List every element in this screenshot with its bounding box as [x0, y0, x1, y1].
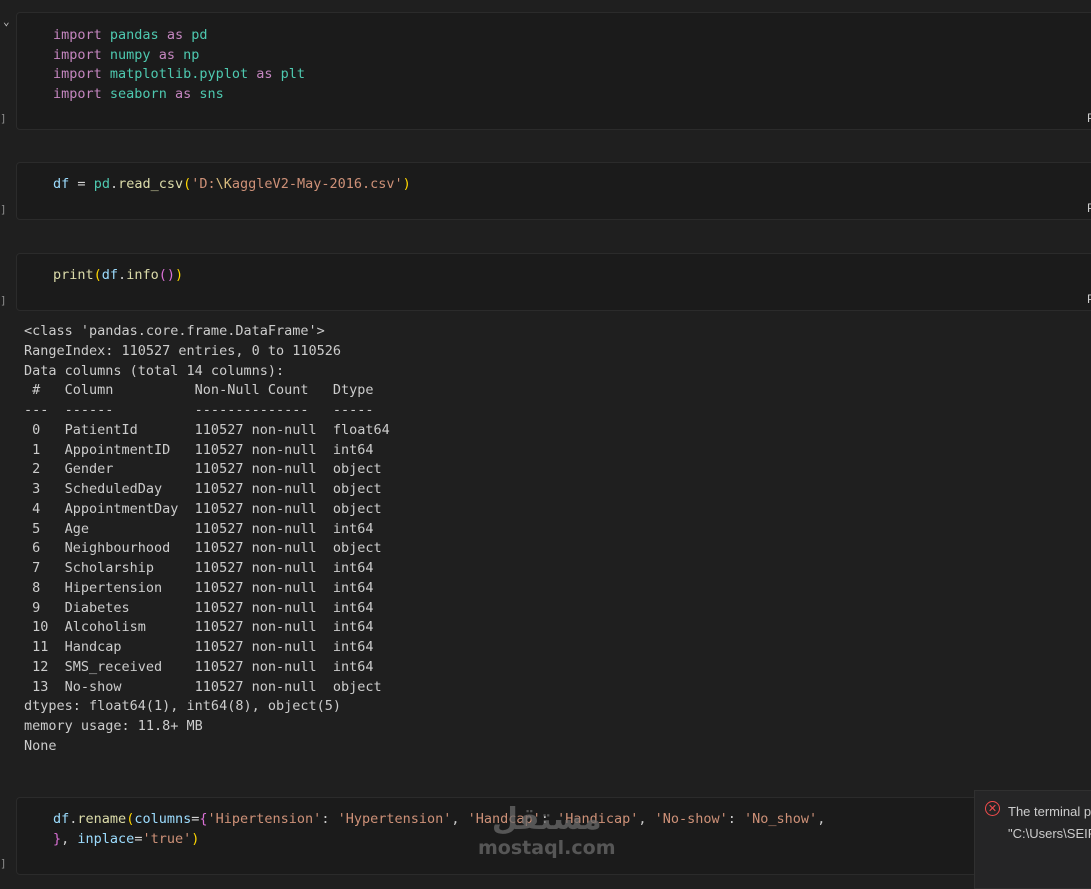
output-line: --- ------ -------------- -----: [24, 402, 390, 418]
chevron-down-icon[interactable]: ⌄: [3, 15, 10, 28]
output-line: memory usage: 11.8+ MB: [24, 718, 203, 734]
output-line: 2 Gender 110527 non-null object: [24, 461, 390, 478]
code-cell-imports[interactable]: import pandas as pd import numpy as np i…: [16, 12, 1091, 130]
cell-code-read-csv[interactable]: df = pd.read_csv('D:\KaggleV2-May-2016.c…: [53, 175, 411, 195]
watermark-logo: مستقل mostaql.com: [478, 802, 616, 860]
cell-language-label[interactable]: Py: [1087, 111, 1091, 125]
output-line: 4 AppointmentDay 110527 non-null object: [24, 500, 390, 517]
output-line: 5 Age 110527 non-null int64: [24, 520, 390, 537]
cell-output: <class 'pandas.core.frame.DataFrame'> Ran…: [24, 322, 390, 757]
output-line: None: [24, 737, 57, 754]
output-line: # Column Non-Null Count Dtype: [24, 382, 390, 399]
cell-language-label[interactable]: Py: [1087, 292, 1091, 306]
cell-code-imports[interactable]: import pandas as pd import numpy as np i…: [53, 26, 305, 105]
output-line: 0 PatientId 110527 non-null float64: [24, 421, 390, 438]
cell-execution-bracket: ]: [0, 857, 7, 870]
output-line: 11 Handcap 110527 non-null int64: [24, 639, 390, 655]
output-line: 9 Diabetes 110527 non-null int64: [24, 599, 390, 616]
cell-execution-bracket: ]: [0, 294, 7, 307]
notification-title: The terminal p: [1008, 804, 1091, 819]
cell-code-rename[interactable]: df.rename(columns={'Hipertension': 'Hype…: [53, 810, 825, 849]
output-line: 3 ScheduledDay 110527 non-null object: [24, 481, 390, 497]
output-line: 13 No-show 110527 non-null object: [24, 678, 390, 695]
cell-execution-bracket: ]: [0, 203, 7, 216]
error-circle-icon: ✕: [985, 801, 1000, 816]
code-cell-print-info[interactable]: print(df.info()) Py: [16, 253, 1091, 311]
code-cell-read-csv[interactable]: df = pd.read_csv('D:\KaggleV2-May-2016.c…: [16, 162, 1091, 220]
output-line: 10 Alcoholism 110527 non-null int64: [24, 619, 390, 636]
output-line: 6 Neighbourhood 110527 non-null object: [24, 540, 390, 557]
cell-language-label[interactable]: Py: [1087, 201, 1091, 215]
output-line: 12 SMS_received 110527 non-null int64: [24, 658, 390, 675]
output-line: 8 Hipertension 110527 non-null int64: [24, 579, 390, 596]
terminal-error-notification[interactable]: ✕ The terminal p "C:\Users\SEIF: [974, 790, 1091, 889]
output-line: <class 'pandas.core.frame.DataFrame'>: [24, 323, 325, 339]
output-line: 1 AppointmentID 110527 non-null int64: [24, 441, 390, 458]
output-line: dtypes: float64(1), int64(8), object(5): [24, 698, 341, 715]
cell-execution-bracket: ]: [0, 112, 7, 125]
output-line: RangeIndex: 110527 entries, 0 to 110526: [24, 342, 341, 359]
cell-code-print-info[interactable]: print(df.info()): [53, 266, 183, 286]
notification-path: "C:\Users\SEIF: [1008, 826, 1091, 841]
output-line: Data columns (total 14 columns):: [24, 362, 285, 379]
output-line: 7 Scholarship 110527 non-null int64: [24, 560, 390, 576]
